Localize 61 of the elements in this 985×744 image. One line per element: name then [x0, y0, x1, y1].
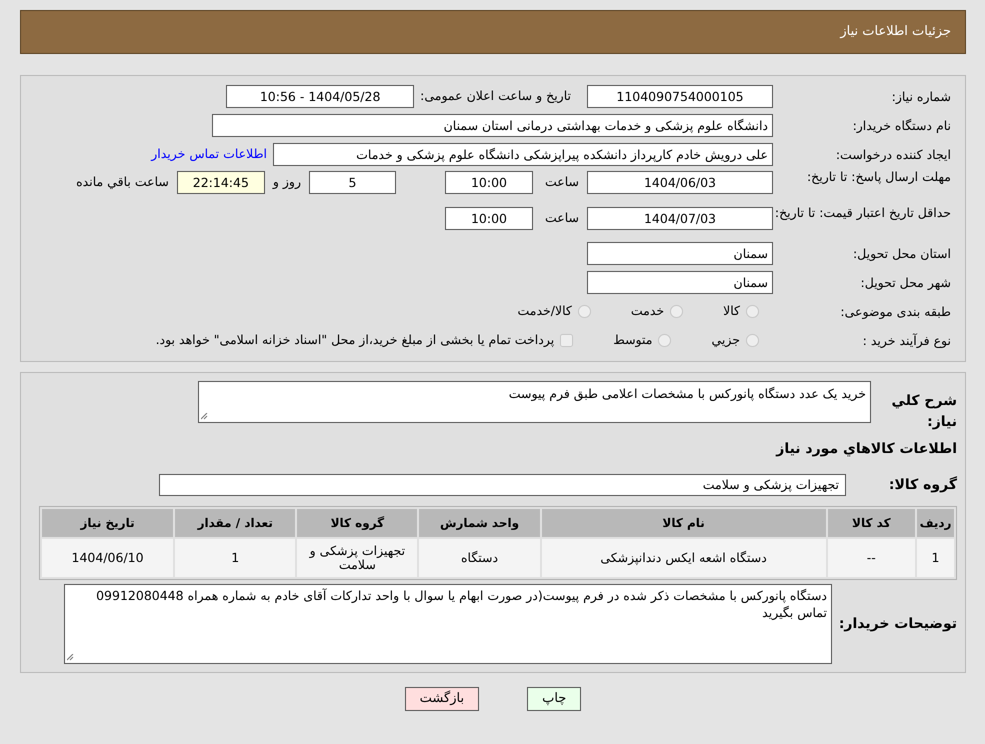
option-label: متوسط [613, 331, 652, 350]
column-header: واحد شمارش [419, 509, 540, 537]
resize-grip-icon[interactable] [201, 413, 208, 420]
back-button[interactable]: بازگشت [404, 687, 480, 710]
field-value: 1404/06/03 [587, 171, 773, 194]
field-label: روز و [272, 173, 301, 191]
column-header: نام کالا [542, 509, 826, 537]
table-cell: 1 [917, 539, 954, 577]
field-value: 10:00 [444, 171, 533, 194]
field-label: طبقه بندی موضوعی: [839, 304, 951, 319]
remaining-time: 22:14:45 [176, 171, 265, 194]
field-value: دانشگاه علوم پزشکی و خدمات بهداشتی درمانی استان سمنان [212, 114, 773, 137]
text-value: دستگاه پانورکس با مشخصات ذکر شده در فرم پیوست(در صورت ابهام یا سوال با واحد تدارکات آقای خادم به شماره همراه 09912080448 تماس بگیرید [96, 588, 827, 620]
table-cell: 1404/06/10 [42, 539, 174, 577]
field-label: استان محل تحویل: [852, 246, 951, 261]
field-value: 1104090754000105 [587, 85, 773, 108]
field-label: ایجاد کننده درخواست: [834, 147, 951, 162]
field-label: ساعت [544, 209, 579, 227]
text-area[interactable]: خرید یک عدد دستگاه پانورکس با مشخصات اعلامی طبق فرم پیوست [198, 381, 871, 423]
table-cell: -- [828, 539, 915, 577]
column-header: تعداد / مقدار [175, 509, 296, 537]
field-value: 1404/05/28 - 10:56 [226, 85, 414, 108]
section-label: گروه کالا: [888, 475, 957, 494]
field-label: حداقل تاریخ اعتبار قیمت: تا تاریخ: [774, 205, 951, 220]
option-label: خدمت [630, 302, 664, 320]
field-label: شهر محل تحویل: [860, 275, 951, 290]
text-value: خرید یک عدد دستگاه پانورکس با مشخصات اعلامی طبق فرم پیوست [508, 386, 866, 401]
column-header: گروه کالا [297, 509, 418, 537]
field-value: 10:00 [444, 207, 533, 230]
option-label: جزيي [711, 331, 740, 350]
note-text: پرداخت تمام یا بخشی از مبلغ خرید،از محل "اسناد خزانه اسلامی" خواهد بود. [156, 331, 554, 350]
table-cell: 1 [175, 539, 296, 577]
print-button[interactable]: چاپ [527, 687, 582, 710]
text-area[interactable]: دستگاه پانورکس با مشخصات ذکر شده در فرم پیوست(در صورت ابهام یا سوال با واحد تدارکات آقای خادم به شماره همراه 09912080448 تماس بگیرید [64, 584, 832, 664]
field-label: نوع فرآیند خرید : [862, 333, 951, 348]
section-label: شرح کلي نیاز: [890, 392, 957, 432]
table-cell: دستگاه [419, 539, 540, 577]
field-value: تجهیزات پزشکی و سلامت [159, 474, 846, 496]
option-label: کالا [723, 302, 740, 320]
contact-link[interactable]: اطلاعات تماس خریدار [151, 145, 267, 164]
field-label: شماره نیاز: [890, 89, 951, 104]
section-heading: اطلاعات کالاهاي مورد نیاز [774, 440, 957, 459]
field-label: نام دستگاه خریدار: [852, 118, 951, 133]
field-value: سمنان [587, 242, 773, 265]
column-header: تاریخ نیاز [42, 509, 174, 537]
field-value: 5 [308, 171, 396, 194]
field-label: ساعت باقي مانده [76, 173, 169, 191]
option-label: کالا/خدمت [517, 302, 572, 320]
column-header: کد کالا [828, 509, 915, 537]
table-cell: تجهیزات پزشکی و سلامت [297, 539, 418, 577]
field-value: 1404/07/03 [587, 207, 773, 230]
field-label: مهلت ارسال پاسخ: تا تاریخ: [806, 169, 951, 184]
resize-grip-icon[interactable] [67, 654, 74, 661]
table-cell: دستگاه اشعه ایکس دندانپزشکی [542, 539, 826, 577]
field-label: تاریخ و ساعت اعلان عمومی: [420, 87, 571, 106]
section-label: توضیحات خریدار: [838, 615, 957, 634]
page-header: جزئیات اطلاعات نیاز [20, 10, 966, 54]
field-value: علی درویش خادم کارپرداز دانشکده پیراپزشکی دانشگاه علوم پزشکی و خدمات [273, 143, 773, 166]
column-header: ردیف [917, 509, 954, 537]
field-label: ساعت [544, 173, 579, 191]
field-value: سمنان [587, 271, 773, 294]
